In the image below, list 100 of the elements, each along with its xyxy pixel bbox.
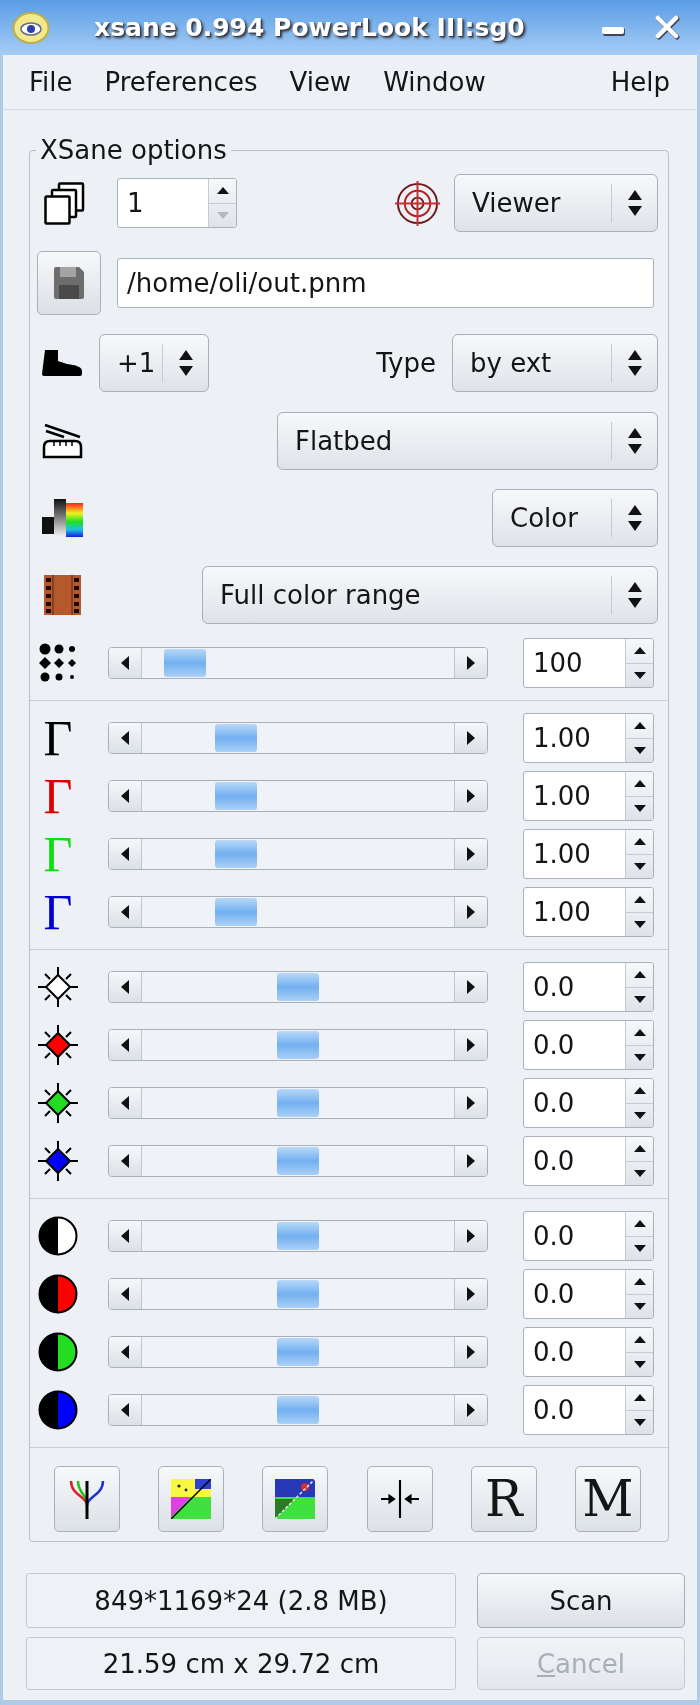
slider[interactable] <box>108 1220 488 1252</box>
slider[interactable] <box>108 1336 488 1368</box>
value-spin-field[interactable]: 0.0 <box>523 1020 654 1070</box>
scroll-right-button[interactable] <box>454 648 487 678</box>
scroll-left-button[interactable] <box>109 972 142 1002</box>
target-dropdown[interactable]: Viewer <box>454 174 658 232</box>
type-dropdown[interactable]: by ext <box>452 334 658 392</box>
value-spin-field[interactable]: 0.0 <box>523 1136 654 1186</box>
value-spin-field[interactable]: 1.00 <box>523 829 654 879</box>
menu-item[interactable]: View <box>273 59 368 105</box>
close-icon[interactable] <box>655 15 680 40</box>
scroll-left-button[interactable] <box>109 781 142 811</box>
rgb-fork-icon <box>67 1479 107 1519</box>
scroll-left-button[interactable] <box>109 1279 142 1309</box>
slider-thumb[interactable] <box>214 782 257 810</box>
minimize-icon[interactable] <box>602 27 625 36</box>
pages-stack-icon <box>44 181 85 225</box>
scroll-right-button[interactable] <box>454 1221 487 1251</box>
scroll-right-button[interactable] <box>454 1337 487 1367</box>
scroll-left-button[interactable] <box>109 1337 142 1367</box>
scan-button[interactable]: Scan <box>477 1573 685 1628</box>
menu-item[interactable]: File <box>13 59 89 105</box>
slider-thumb[interactable] <box>214 724 257 752</box>
down-arrow-icon <box>633 1053 646 1061</box>
scroll-right-button[interactable] <box>454 839 487 869</box>
slider-thumb[interactable] <box>277 1280 319 1308</box>
scroll-right-button[interactable] <box>454 1395 487 1425</box>
down-arrow-icon <box>633 804 646 812</box>
tool-button[interactable]: R <box>470 1466 537 1532</box>
scroll-left-button[interactable] <box>109 1221 142 1251</box>
slider-thumb[interactable] <box>214 898 257 926</box>
value-spin-field[interactable]: 1.00 <box>523 771 654 821</box>
slider-thumb[interactable] <box>277 1396 319 1424</box>
tool-button[interactable]: M <box>574 1466 641 1532</box>
up-arrow-icon <box>216 187 229 195</box>
slider-thumb[interactable] <box>277 1031 319 1059</box>
mode-dropdown[interactable]: Color <box>492 489 658 547</box>
slider[interactable] <box>108 896 488 928</box>
value-spin-field[interactable]: 0.0 <box>523 962 654 1012</box>
left-arrow-icon <box>121 1154 129 1168</box>
scroll-left-button[interactable] <box>109 1030 142 1060</box>
slider[interactable] <box>108 1394 488 1426</box>
range-dropdown[interactable]: Full color range <box>202 566 658 624</box>
slider-thumb[interactable] <box>214 840 257 868</box>
scroll-left-button[interactable] <box>109 1395 142 1425</box>
scroll-right-button[interactable] <box>454 1279 487 1309</box>
value-spin-field[interactable]: 1.00 <box>523 713 654 763</box>
scroll-right-button[interactable] <box>454 972 487 1002</box>
slider-thumb[interactable] <box>277 1147 319 1175</box>
slider[interactable] <box>108 838 488 870</box>
scanner-icon <box>42 422 83 459</box>
slider[interactable] <box>108 1278 488 1310</box>
copies-spin-field[interactable]: 1 <box>117 178 237 228</box>
menu-item[interactable]: Window <box>367 59 502 105</box>
slider[interactable] <box>108 780 488 812</box>
slider[interactable] <box>108 1145 488 1177</box>
scroll-left-button[interactable] <box>109 1146 142 1176</box>
tool-button[interactable] <box>158 1466 225 1532</box>
tool-button[interactable] <box>54 1466 120 1532</box>
slider-thumb[interactable] <box>277 1222 319 1250</box>
slider[interactable] <box>108 647 488 679</box>
down-arrow-icon <box>633 1111 646 1119</box>
filename-field[interactable]: /home/oli/out.pnm <box>117 258 654 308</box>
value-spin-field[interactable]: 0.0 <box>523 1327 654 1377</box>
slider-thumb[interactable] <box>277 973 319 1001</box>
value-spin-field[interactable]: 0.0 <box>523 1078 654 1128</box>
value-spin-field[interactable]: 100 <box>523 638 654 688</box>
step-dropdown[interactable]: +1 <box>99 334 209 392</box>
slider[interactable] <box>108 971 488 1003</box>
down-arrow-icon <box>633 1169 646 1177</box>
scroll-left-button[interactable] <box>109 1088 142 1118</box>
menu-item[interactable]: Help <box>594 59 686 105</box>
save-button[interactable] <box>37 251 101 315</box>
scroll-right-button[interactable] <box>454 1088 487 1118</box>
tool-button[interactable] <box>366 1466 433 1532</box>
slider[interactable] <box>108 1087 488 1119</box>
value-spin-field[interactable]: 0.0 <box>523 1211 654 1261</box>
eye-icon <box>12 11 50 44</box>
scroll-right-button[interactable] <box>454 723 487 753</box>
scroll-right-button[interactable] <box>454 1146 487 1176</box>
scroll-left-button[interactable] <box>109 723 142 753</box>
type-label: Type <box>376 348 436 378</box>
slider[interactable] <box>108 722 488 754</box>
slider-thumb[interactable] <box>277 1338 319 1366</box>
menu-item[interactable]: Preferences <box>88 59 274 105</box>
scroll-left-button[interactable] <box>109 648 142 678</box>
scroll-left-button[interactable] <box>109 897 142 927</box>
value-spin-field[interactable]: 1.00 <box>523 887 654 937</box>
left-arrow-icon <box>121 731 129 745</box>
scroll-right-button[interactable] <box>454 781 487 811</box>
value-spin-field[interactable]: 0.0 <box>523 1269 654 1319</box>
slider-thumb[interactable] <box>163 649 206 677</box>
scroll-left-button[interactable] <box>109 839 142 869</box>
tool-button[interactable] <box>262 1466 329 1532</box>
source-dropdown[interactable]: Flatbed <box>277 411 658 470</box>
scroll-right-button[interactable] <box>454 1030 487 1060</box>
value-spin-field[interactable]: 0.0 <box>523 1385 654 1435</box>
scroll-right-button[interactable] <box>454 897 487 927</box>
slider[interactable] <box>108 1029 488 1061</box>
slider-thumb[interactable] <box>277 1089 319 1117</box>
